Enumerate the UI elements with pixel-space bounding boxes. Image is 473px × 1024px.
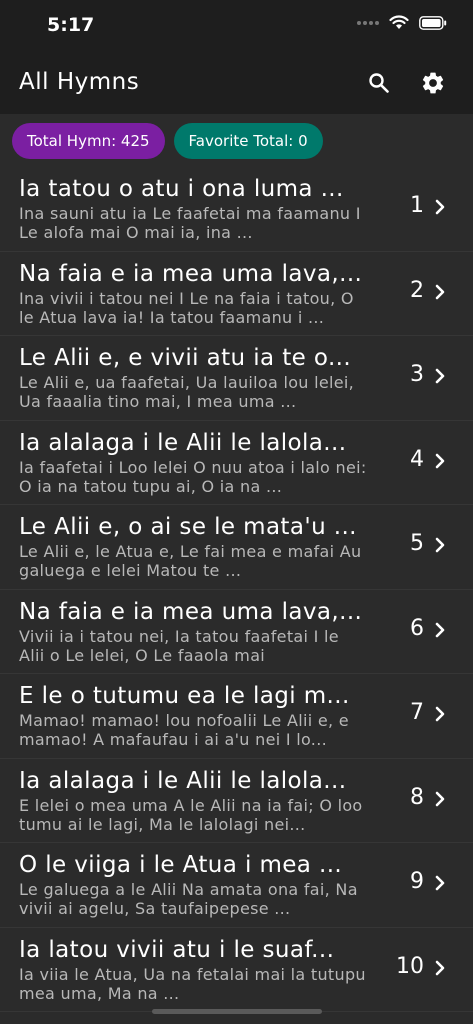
battery-icon bbox=[419, 15, 447, 30]
chevron-right-icon bbox=[435, 791, 445, 806]
chevron-right-icon bbox=[435, 706, 445, 722]
cellular-signal-icon bbox=[357, 20, 379, 25]
hymn-row[interactable]: Ia tatou o atu i ona luma ... Ina sauni … bbox=[0, 167, 473, 252]
hymn-title: Ia tatou o atu i ona luma ... bbox=[19, 176, 344, 202]
hymn-title: Na faia e ia mea uma lava,... bbox=[19, 598, 363, 625]
hymn-number: 2 bbox=[410, 277, 424, 303]
hymn-number: 10 bbox=[396, 953, 424, 979]
search-icon bbox=[369, 73, 389, 93]
hymn-title: Ia alalaga i le Alii le lalola... bbox=[19, 429, 347, 456]
hymn-number: 8 bbox=[410, 784, 424, 810]
summary-chips: Total Hymn: 425 Favorite Total: 0 bbox=[12, 123, 323, 159]
hymn-row[interactable]: Na faia e ia mea uma lava,... Vivii ia i… bbox=[0, 590, 473, 674]
search-button[interactable] bbox=[362, 66, 396, 100]
page-title: All Hymns bbox=[19, 69, 140, 95]
hymn-excerpt: Vivii ia i tatou nei, Ia tatou faafetai … bbox=[19, 626, 339, 665]
chevron-right-icon bbox=[435, 284, 445, 299]
hymn-row[interactable]: E le o tutumu ea le lagi m... Mamao! mam… bbox=[0, 674, 473, 759]
chevron-right-icon bbox=[435, 199, 445, 215]
hymn-excerpt: Mamao! mamao! lou nofoalii Le Alii e, e … bbox=[19, 711, 349, 749]
hymn-title: Ia alalaga i le Alii le lalola... bbox=[19, 767, 347, 794]
hymn-title: Na faia e ia mea uma lava,... bbox=[19, 260, 363, 287]
chevron-right-icon bbox=[435, 453, 445, 468]
hymn-list: Ia tatou o atu i ona luma ... Ina sauni … bbox=[0, 167, 473, 1012]
hymn-excerpt: Ina sauni atu ia Le faafetai ma faamanu … bbox=[19, 204, 361, 242]
wifi-icon bbox=[389, 15, 409, 29]
settings-button[interactable] bbox=[416, 66, 450, 100]
screen: 5:17 All Hymns Total Hymn: 425 Favorite … bbox=[0, 0, 473, 1024]
hymn-excerpt: Le galuega a le Alii Na amata ona fai, N… bbox=[19, 880, 358, 918]
hymn-title: Le Alii e, e vivii atu ia te o... bbox=[19, 345, 352, 371]
hymn-number: 5 bbox=[410, 531, 424, 556]
hymn-number: 7 bbox=[410, 700, 424, 725]
chevron-right-icon bbox=[435, 960, 445, 975]
hymn-number: 1 bbox=[410, 193, 424, 218]
hymn-row[interactable]: Ia latou vivii atu i le suaf... Ia viia … bbox=[0, 928, 473, 1012]
hymn-row[interactable]: Le Alii e, e vivii atu ia te o... Le Ali… bbox=[0, 336, 473, 421]
hymn-row[interactable]: Na faia e ia mea uma lava,... Ina vivii … bbox=[0, 252, 473, 336]
hymn-excerpt: Le Alii e, ua faafetai, Ua lauiloa lou l… bbox=[19, 373, 355, 411]
chevron-right-icon bbox=[435, 537, 445, 553]
chevron-right-icon bbox=[435, 622, 445, 637]
hymn-number: 4 bbox=[410, 446, 424, 472]
hymn-excerpt: Ina vivii i tatou nei I Le na faia i tat… bbox=[19, 288, 354, 327]
hymn-title: Le Alii e, o ai se le mata'u ... bbox=[19, 514, 357, 540]
hymn-title: E le o tutumu ea le lagi m... bbox=[19, 683, 350, 709]
hymn-excerpt: Ia viia le Atua, Ua na fetalai mai la tu… bbox=[19, 964, 366, 1003]
chevron-right-icon bbox=[435, 368, 445, 384]
chevron-right-icon bbox=[435, 875, 445, 891]
gear-icon bbox=[422, 72, 444, 94]
favorite-total-chip[interactable]: Favorite Total: 0 bbox=[173, 123, 323, 159]
status-icons bbox=[357, 15, 447, 30]
hymn-excerpt: Le Alii e, le Atua e, Le fai mea e mafai… bbox=[19, 542, 362, 580]
hymn-number: 3 bbox=[410, 362, 424, 387]
hymn-row[interactable]: O le viiga i le Atua i mea ... Le galueg… bbox=[0, 843, 473, 928]
hymn-title: Ia latou vivii atu i le suaf... bbox=[19, 936, 335, 963]
hymn-number: 9 bbox=[410, 869, 424, 894]
hymn-row[interactable]: Le Alii e, o ai se le mata'u ... Le Alii… bbox=[0, 505, 473, 590]
total-hymn-chip[interactable]: Total Hymn: 425 bbox=[12, 123, 165, 159]
hymn-excerpt: Ia faafetai i Loo lelei O nuu atoa i lal… bbox=[19, 457, 367, 496]
status-time: 5:17 bbox=[47, 14, 95, 36]
hymn-excerpt: E lelei o mea uma A le Alii na ia fai; O… bbox=[19, 795, 363, 834]
hymn-number: 6 bbox=[410, 615, 424, 641]
status-bar: 5:17 bbox=[0, 0, 473, 52]
hymn-title: O le viiga i le Atua i mea ... bbox=[19, 852, 343, 878]
hymn-row[interactable]: Ia alalaga i le Alii le lalola... E lele… bbox=[0, 759, 473, 843]
app-bar: All Hymns bbox=[0, 52, 473, 114]
hymn-row[interactable]: Ia alalaga i le Alii le lalola... Ia faa… bbox=[0, 421, 473, 505]
home-indicator[interactable] bbox=[152, 1009, 322, 1014]
